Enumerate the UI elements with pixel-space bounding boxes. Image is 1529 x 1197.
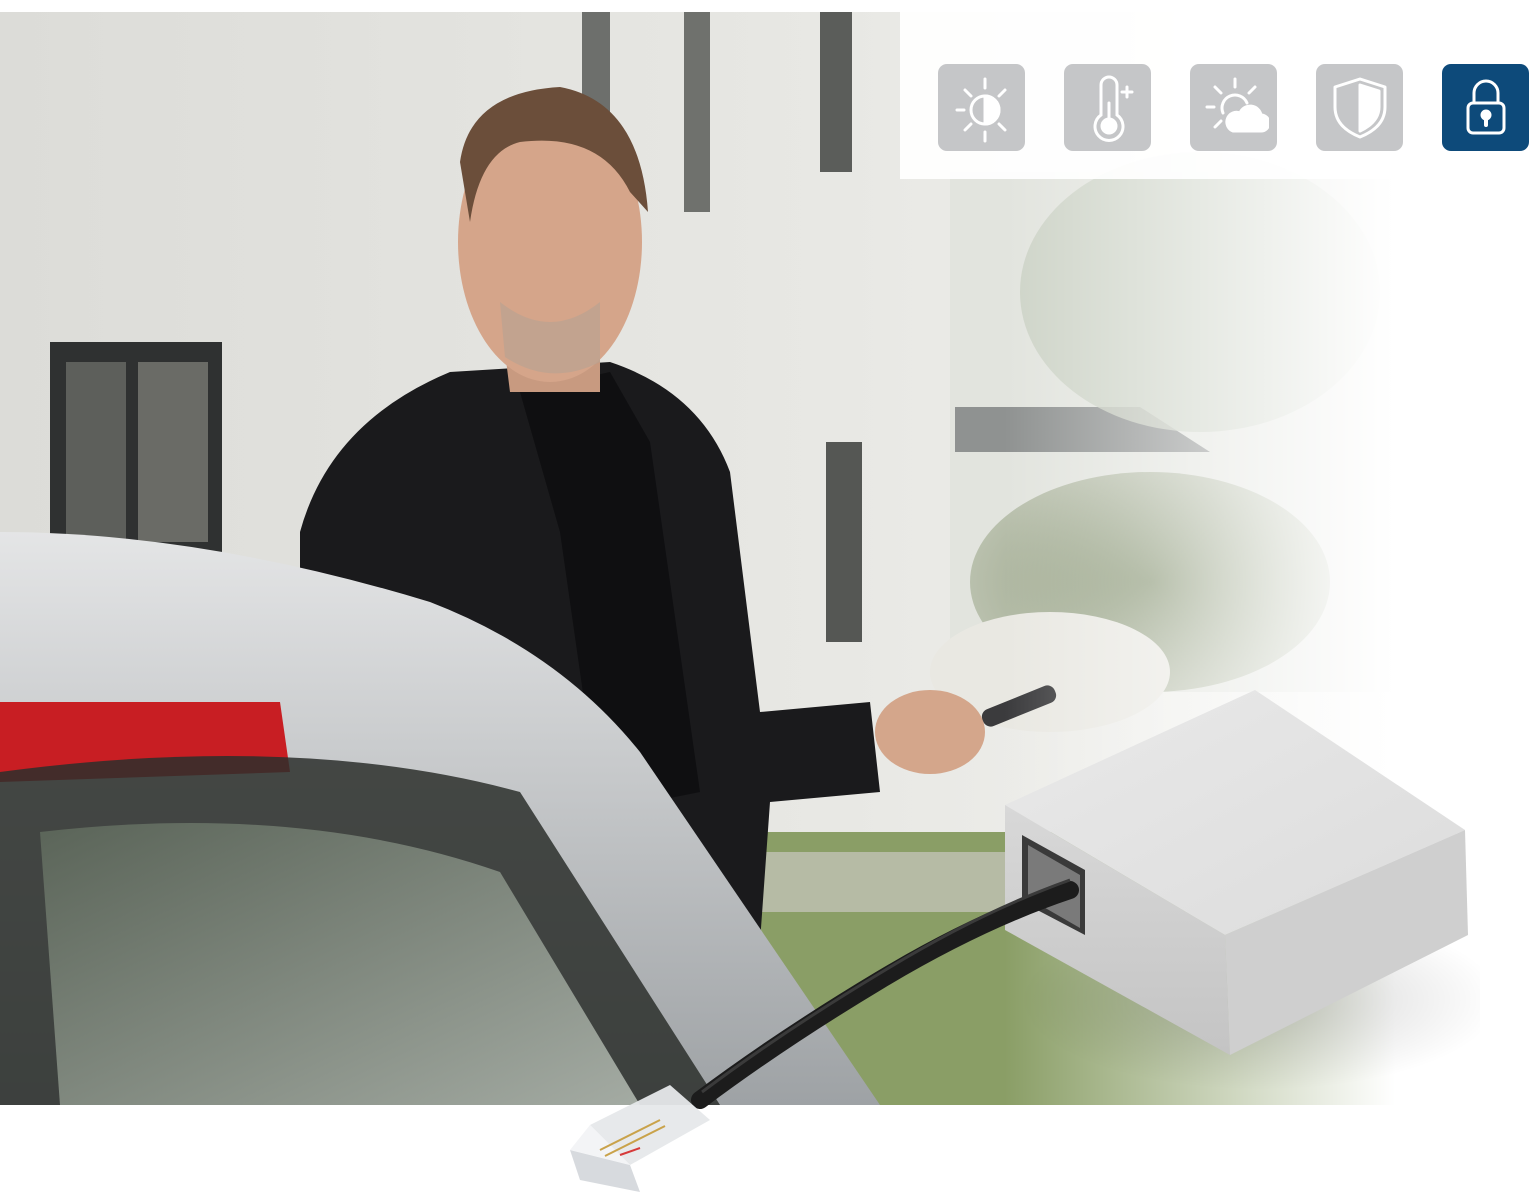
feature-icon-bar (900, 12, 1529, 179)
thermometer-icon[interactable] (1064, 64, 1151, 151)
sun-cloud-icon[interactable] (1190, 64, 1277, 151)
padlock-icon[interactable] (1442, 64, 1529, 151)
brightness-icon[interactable] (938, 64, 1025, 151)
shield-icon[interactable] (1316, 64, 1403, 151)
